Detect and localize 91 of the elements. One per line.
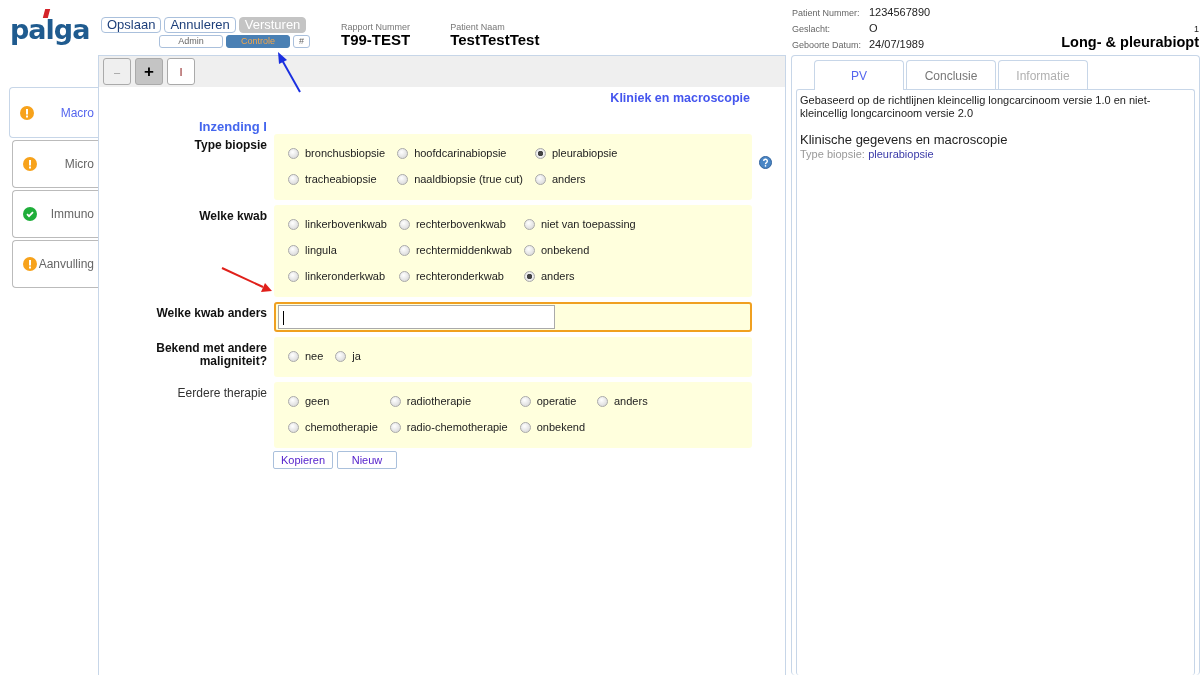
preview-label: Type biopsie: bbox=[800, 148, 865, 160]
radio-button[interactable] bbox=[288, 350, 299, 362]
help-icon[interactable] bbox=[759, 156, 772, 169]
option-label[interactable]: pleurabiopsie bbox=[551, 147, 618, 159]
header-button[interactable]: Annuleren bbox=[164, 17, 236, 33]
radio-button[interactable] bbox=[335, 350, 347, 362]
option-label[interactable]: geen bbox=[305, 395, 330, 407]
option-label[interactable]: onbekend bbox=[540, 244, 590, 256]
radio-button[interactable] bbox=[389, 395, 401, 407]
field-label: Patient Naam bbox=[450, 22, 506, 32]
question-label: Eerdere therapie bbox=[176, 385, 267, 400]
option-label[interactable]: hoofdcarinabiopsie bbox=[414, 147, 507, 159]
toolbar-button[interactable]: I bbox=[167, 58, 195, 85]
option-label[interactable]: onbekend bbox=[536, 421, 585, 433]
sidebar-tab[interactable]: Immuno bbox=[12, 190, 98, 238]
radio-button[interactable] bbox=[397, 147, 409, 159]
protocol-title: Long- & pleurabiopt bbox=[1061, 34, 1199, 50]
option-label[interactable]: naaldbiopsie (true cut) bbox=[414, 173, 523, 185]
radio-button[interactable] bbox=[288, 147, 299, 159]
radio-button[interactable] bbox=[397, 173, 409, 185]
form-button[interactable]: Nieuw bbox=[337, 451, 397, 469]
preview-value: pleurabiopsie bbox=[868, 148, 934, 160]
radio-button[interactable] bbox=[288, 270, 299, 282]
field-value: T99-TEST bbox=[341, 32, 411, 48]
option-label[interactable]: rechteronderkwab bbox=[415, 270, 504, 282]
toolbar-button[interactable]: + bbox=[135, 58, 163, 85]
option-label[interactable]: nee bbox=[305, 350, 324, 362]
preview-tab[interactable]: PV bbox=[814, 60, 904, 90]
radio-button[interactable] bbox=[398, 244, 410, 256]
option-label[interactable]: anders bbox=[551, 173, 586, 185]
option-label[interactable]: lingula bbox=[305, 244, 337, 256]
header-button[interactable]: Opslaan bbox=[101, 17, 162, 33]
option-label[interactable]: ja bbox=[352, 350, 361, 362]
radio-button[interactable] bbox=[534, 173, 546, 185]
radio-button[interactable] bbox=[398, 218, 410, 230]
subsection-title: Inzending I bbox=[199, 119, 268, 134]
field-label: Geslacht: bbox=[792, 24, 832, 34]
question-label: Welke kwab bbox=[198, 208, 267, 223]
field-label: Patient Nummer: bbox=[792, 8, 861, 18]
radio-button[interactable] bbox=[398, 270, 410, 282]
radio-button[interactable] bbox=[519, 395, 531, 407]
annotation-arrow bbox=[221, 267, 272, 292]
option-label[interactable]: operatie bbox=[536, 395, 577, 407]
option-label[interactable]: anders bbox=[614, 395, 648, 407]
form-button[interactable]: Kopieren bbox=[273, 451, 333, 469]
radio-button[interactable] bbox=[597, 395, 608, 407]
field-value: 1234567890 bbox=[869, 6, 931, 18]
radio-button[interactable] bbox=[288, 244, 299, 256]
option-label[interactable]: rechterbovenkwab bbox=[415, 218, 506, 230]
annotation-arrow bbox=[278, 52, 301, 93]
mode-button[interactable]: Admin bbox=[159, 35, 223, 48]
input-field[interactable] bbox=[278, 305, 555, 329]
preview-heading: Klinische gegevens en macroscopie bbox=[800, 132, 1009, 147]
question-label: Type biopsie bbox=[193, 137, 267, 152]
preview-tab[interactable]: Conclusie bbox=[906, 60, 996, 90]
option-label[interactable]: anders bbox=[540, 270, 575, 282]
field-value: O bbox=[869, 22, 878, 34]
option-label[interactable]: niet van toepassing bbox=[540, 218, 636, 230]
radio-button[interactable] bbox=[288, 218, 299, 230]
option-label[interactable]: radiotherapie bbox=[406, 395, 471, 407]
option-label[interactable]: tracheabiopsie bbox=[305, 173, 377, 185]
radio-button[interactable] bbox=[523, 218, 535, 230]
option-label[interactable]: linkeronderkwab bbox=[305, 270, 386, 282]
text-cursor bbox=[283, 311, 284, 325]
page-number: 1 bbox=[1194, 24, 1199, 34]
option-label[interactable]: radio-chemotherapie bbox=[406, 421, 508, 433]
field-value: 24/07/1989 bbox=[869, 38, 925, 50]
option-label[interactable]: bronchusbiopsie bbox=[305, 147, 386, 159]
radio-button[interactable] bbox=[519, 421, 531, 433]
section-title: Kliniek en macroscopie bbox=[609, 91, 750, 105]
field-value: TestTestTest bbox=[450, 32, 540, 48]
field-label: Geboorte Datum: bbox=[792, 40, 863, 50]
radio-button[interactable] bbox=[389, 421, 401, 433]
palga-logo: palga bbox=[10, 8, 92, 46]
preview-text: Gebaseerd op de richtlijnen kleincellig longcarcinoom versie 1.0 en niet-kleincellig longcarcinoom versie 2.0 bbox=[800, 94, 1152, 120]
field-label: Rapport Nummer bbox=[341, 22, 411, 32]
sidebar-tab[interactable]: Micro bbox=[12, 140, 98, 188]
radio-button[interactable] bbox=[523, 244, 535, 256]
radio-button[interactable] bbox=[523, 270, 535, 282]
sidebar-tab[interactable]: Macro bbox=[9, 87, 98, 138]
mode-button[interactable]: # bbox=[293, 35, 310, 48]
question-label: Bekend met andere maligniteit? bbox=[155, 340, 267, 368]
option-label[interactable]: linkerbovenkwab bbox=[305, 218, 387, 230]
option-label[interactable]: rechtermiddenkwab bbox=[415, 244, 512, 256]
radio-button[interactable] bbox=[288, 395, 299, 407]
radio-button[interactable] bbox=[288, 173, 299, 185]
option-label[interactable]: chemotherapie bbox=[305, 421, 378, 433]
sidebar-tab[interactable]: Aanvulling bbox=[12, 240, 98, 288]
radio-button[interactable] bbox=[534, 147, 546, 159]
radio-button[interactable] bbox=[288, 421, 299, 433]
question-label: Welke kwab anders bbox=[155, 305, 267, 320]
